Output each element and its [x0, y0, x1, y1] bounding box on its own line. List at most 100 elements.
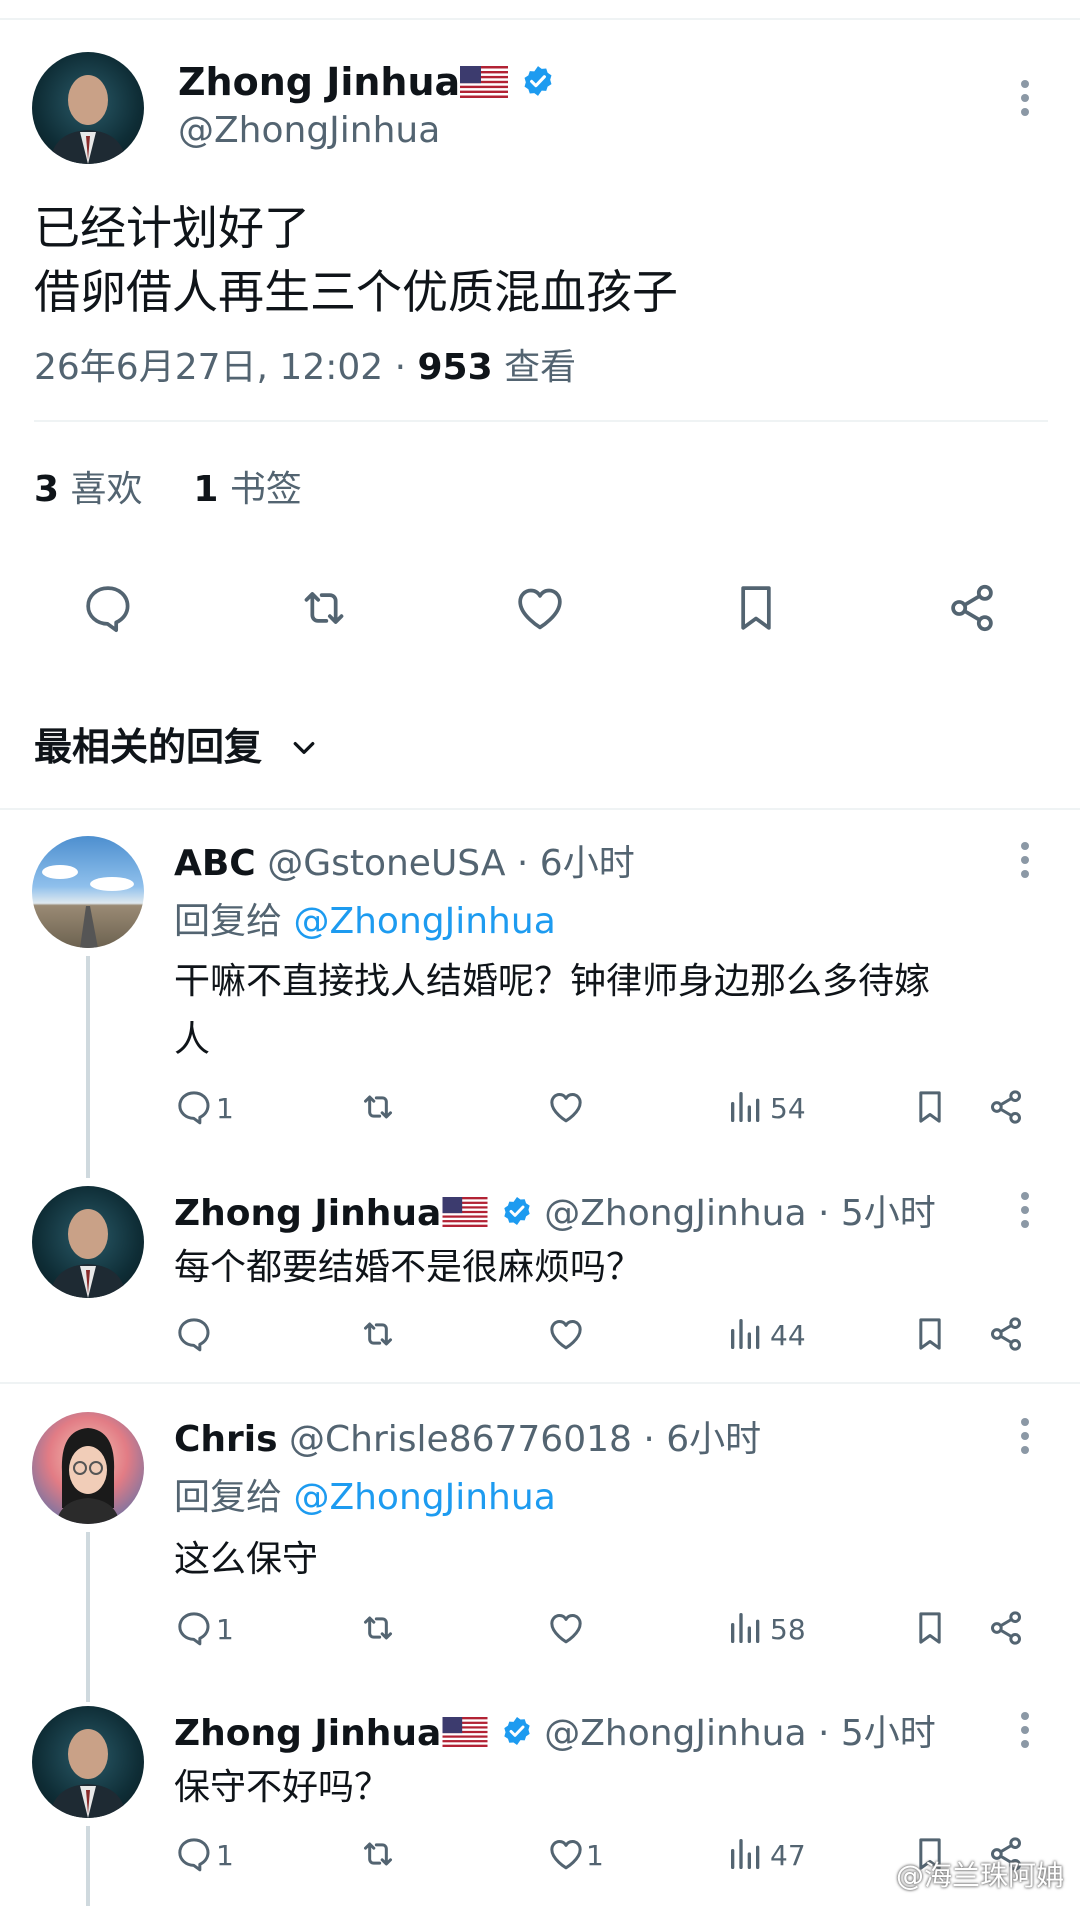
avatar-portrait-icon: [50, 1209, 126, 1298]
reply-to-prefix: 回复给: [174, 901, 294, 942]
conversation-divider: [0, 1382, 1080, 1384]
reply-to-handle[interactable]: @ZhongJinhua: [293, 1477, 555, 1518]
like-icon[interactable]: [546, 1608, 586, 1648]
reply-text-line-1: 每个都要结婚不是很麻烦吗？: [174, 1247, 643, 1288]
reply-to-line: 回复给 @ZhongJinhua: [174, 892, 556, 944]
more-icon[interactable]: [1018, 840, 1032, 880]
reply-avatar-zhong[interactable]: [32, 1706, 144, 1818]
sky-road-image: [42, 865, 134, 948]
reply-time[interactable]: · 5小时: [807, 1713, 936, 1754]
reply-time[interactable]: · 6小时: [632, 1419, 761, 1460]
author-display-name[interactable]: Zhong Jinhua: [178, 60, 460, 104]
reply-3-header: Chris @Chrisle86776018 · 6小时: [174, 1410, 761, 1462]
tweet-meta: 26年6月27日, 12:02 · 953 查看: [34, 338, 576, 390]
verified-icon: [521, 61, 555, 109]
reply-time[interactable]: · 5小时: [807, 1193, 936, 1234]
author-avatar[interactable]: [32, 52, 144, 164]
like-icon[interactable]: [546, 1087, 586, 1127]
bookmark-icon[interactable]: [728, 580, 784, 636]
like-count: 1: [586, 1839, 604, 1872]
reply-icon[interactable]: [174, 1087, 214, 1127]
retweet-icon[interactable]: [358, 1608, 398, 1648]
reply-author-name[interactable]: ABC: [174, 843, 256, 884]
view-count: 47: [770, 1839, 806, 1872]
view-count: 54: [770, 1092, 806, 1125]
reply-2-header: Zhong Jinhua @ZhongJinhua · 5小时: [174, 1184, 936, 1236]
reply-text-line-1: 保守不好吗？: [174, 1767, 391, 1808]
avatar-portrait-icon: [50, 75, 126, 164]
reply-author-name[interactable]: Zhong Jinhua: [174, 1713, 441, 1754]
replies-sort-label: 最相关的回复: [34, 725, 263, 769]
reply-to-line: 回复给 @ZhongJinhua: [174, 1468, 556, 1520]
like-icon[interactable]: [512, 580, 568, 636]
bookmark-icon[interactable]: [910, 1608, 950, 1648]
reply-icon[interactable]: [174, 1608, 214, 1648]
author-name-row: Zhong Jinhua: [178, 58, 555, 109]
reply-author-handle[interactable]: @ZhongJinhua: [544, 1713, 806, 1754]
likes-label: 喜欢: [59, 469, 143, 510]
bookmark-icon[interactable]: [910, 1087, 950, 1127]
replies-sort-selector[interactable]: 最相关的回复: [34, 716, 319, 772]
reply-author-name[interactable]: Zhong Jinhua: [174, 1193, 441, 1234]
tweet-text-line-1: 已经计划好了: [34, 201, 310, 255]
reply-count: 1: [216, 1839, 234, 1872]
replies-divider: [0, 808, 1080, 810]
share-icon[interactable]: [986, 1608, 1026, 1648]
reply-author-handle[interactable]: @GstoneUSA: [267, 843, 505, 884]
reply-avatar-abc[interactable]: [32, 836, 144, 948]
retweet-icon[interactable]: [358, 1834, 398, 1874]
reply-to-handle[interactable]: @ZhongJinhua: [293, 901, 555, 942]
more-icon[interactable]: [1018, 1710, 1032, 1750]
thread-line: [86, 1532, 90, 1702]
bookmarks-label: 书签: [218, 469, 302, 510]
reply-icon[interactable]: [174, 1314, 214, 1354]
reply-avatar-zhong[interactable]: [32, 1186, 144, 1298]
reply-icon[interactable]: [80, 580, 136, 636]
thread-line: [86, 956, 90, 1178]
like-icon[interactable]: [546, 1834, 586, 1874]
reply-text-line-1: 干嘛不直接找人结婚呢？钟律师身边那么多待嫁: [174, 961, 931, 1002]
views-icon[interactable]: [726, 1314, 766, 1354]
share-icon[interactable]: [986, 1314, 1026, 1354]
views-icon[interactable]: [726, 1834, 766, 1874]
reply-text-line-2: 人: [174, 1019, 211, 1060]
tweet-timestamp[interactable]: 26年6月27日, 12:02 ·: [34, 347, 417, 388]
like-icon[interactable]: [546, 1314, 586, 1354]
views-icon[interactable]: [726, 1087, 766, 1127]
reply-count: 1: [216, 1092, 234, 1125]
reply-avatar-chris[interactable]: [32, 1412, 144, 1524]
views-icon[interactable]: [726, 1608, 766, 1648]
share-icon[interactable]: [944, 580, 1000, 636]
view-count: 58: [770, 1613, 806, 1646]
author-handle[interactable]: @ZhongJinhua: [178, 110, 440, 151]
likes-stat[interactable]: 3 喜欢: [34, 469, 143, 510]
bookmarks-count: 1: [193, 469, 219, 510]
reply-count: 1: [216, 1613, 234, 1646]
us-flag-icon: [441, 1195, 489, 1236]
reply-author-handle[interactable]: @Chrisle86776018: [289, 1419, 632, 1460]
retweet-icon[interactable]: [296, 580, 352, 636]
retweet-icon[interactable]: [358, 1314, 398, 1354]
bookmark-icon[interactable]: [910, 1314, 950, 1354]
bookmarks-stat[interactable]: 1 书签: [193, 469, 302, 510]
view-count: 953: [417, 347, 493, 388]
reply-1-header: ABC @GstoneUSA · 6小时: [174, 834, 635, 886]
chevron-down-icon: [289, 728, 319, 772]
us-flag-icon: [460, 61, 509, 109]
more-icon[interactable]: [1018, 78, 1032, 118]
likes-count: 3: [34, 469, 60, 510]
tweet-text-line-2: 借卵借人再生三个优质混血孩子: [34, 265, 678, 319]
more-icon[interactable]: [1018, 1416, 1032, 1456]
avatar-portrait-icon: [50, 1729, 126, 1818]
reply-author-name[interactable]: Chris: [174, 1419, 278, 1460]
watermark-text: @海兰珠阿姌: [895, 1859, 1064, 1892]
top-divider: [0, 18, 1080, 20]
retweet-icon[interactable]: [358, 1087, 398, 1127]
more-icon[interactable]: [1018, 1190, 1032, 1230]
reply-text-line-1: 这么保守: [174, 1539, 319, 1580]
reply-icon[interactable]: [174, 1834, 214, 1874]
reply-author-handle[interactable]: @ZhongJinhua: [544, 1193, 806, 1234]
thread-line: [86, 1826, 90, 1906]
reply-time[interactable]: · 6小时: [505, 843, 635, 884]
share-icon[interactable]: [986, 1087, 1026, 1127]
